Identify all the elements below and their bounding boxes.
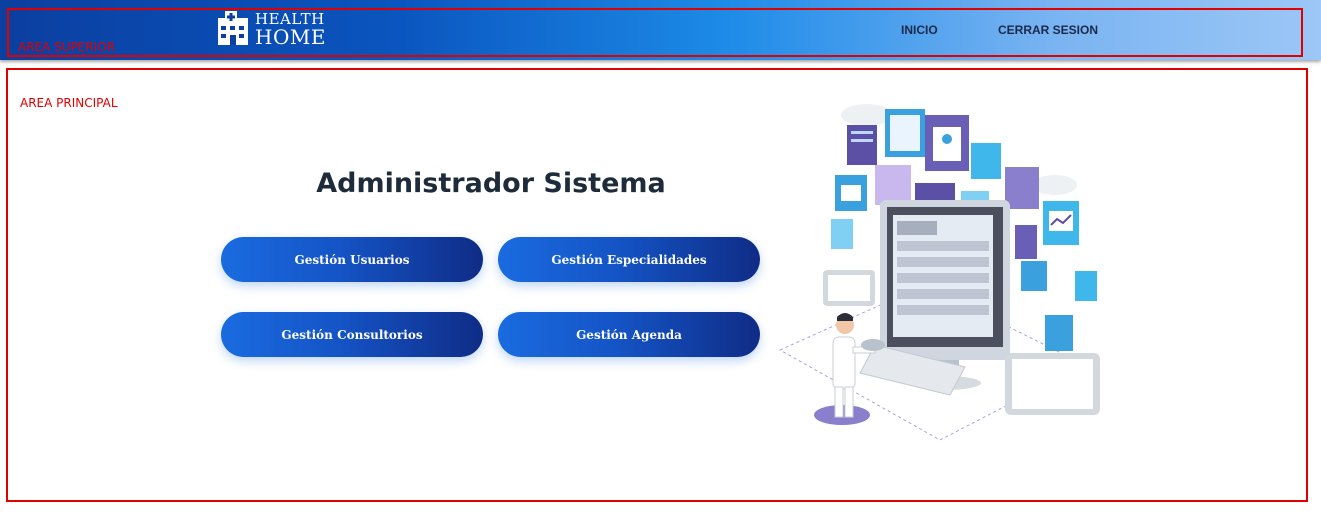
gestion-agenda-button[interactable]: Gestión Agenda <box>498 312 760 357</box>
doctor-computer-illustration <box>778 104 1100 440</box>
gestion-consultorios-button[interactable]: Gestión Consultorios <box>221 312 483 357</box>
gestion-especialidades-button[interactable]: Gestión Especialidades <box>498 237 760 282</box>
top-area-label: AREA SUPERIOR <box>18 40 116 54</box>
top-area-outline <box>7 8 1303 57</box>
main-area-label: AREA PRINCIPAL <box>20 96 118 110</box>
page-title: Administrador Sistema <box>316 168 666 199</box>
gestion-usuarios-button[interactable]: Gestión Usuarios <box>221 237 483 282</box>
